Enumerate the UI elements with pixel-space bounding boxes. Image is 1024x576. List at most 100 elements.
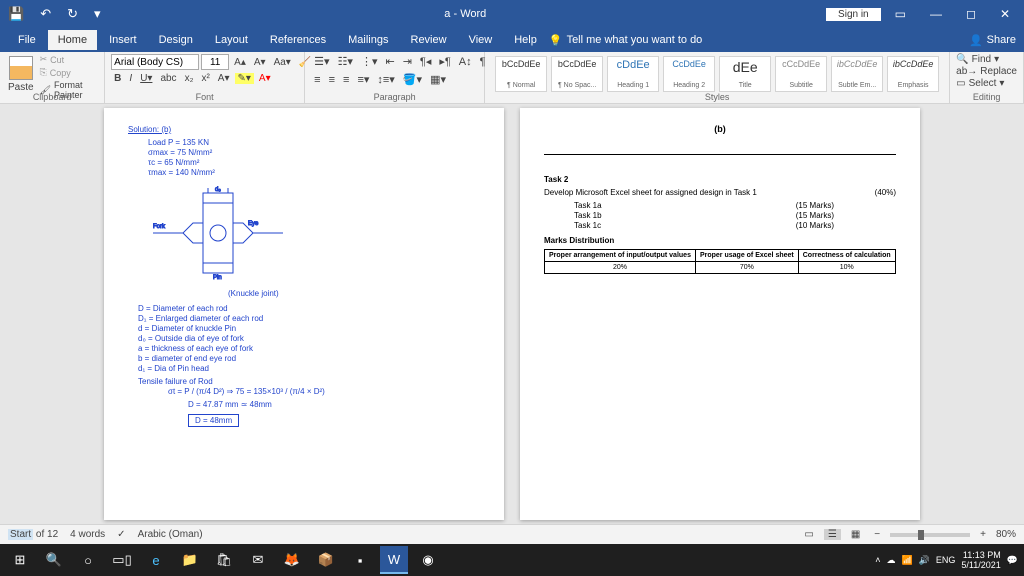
tray-volume-icon[interactable]: 🔊 <box>919 555 930 566</box>
tab-references[interactable]: References <box>260 30 336 50</box>
print-layout-button[interactable]: ☰ <box>824 529 841 540</box>
increase-indent-button[interactable]: ⇥ <box>400 54 415 69</box>
undo-icon[interactable]: ↶ <box>36 6 55 22</box>
borders-button[interactable]: ▦▾ <box>427 72 449 87</box>
tab-view[interactable]: View <box>459 30 503 50</box>
zoom-in-button[interactable]: + <box>976 529 990 540</box>
style-subtle-em[interactable]: ibCcDdEeSubtle Em... <box>831 56 883 92</box>
bullets-button[interactable]: ☰▾ <box>311 54 332 69</box>
web-layout-button[interactable]: ▦ <box>847 529 864 540</box>
edge-icon[interactable]: e <box>142 546 170 574</box>
tab-home[interactable]: Home <box>48 30 97 50</box>
zoom-slider[interactable] <box>890 533 970 537</box>
tray-up-icon[interactable]: ˄ <box>875 555 880 565</box>
sign-in-button[interactable]: Sign in <box>826 8 881 21</box>
decrease-indent-button[interactable]: ⇤ <box>382 54 397 69</box>
line-spacing-button[interactable]: ↕≡▾ <box>374 72 397 87</box>
maximize-button[interactable]: ◻ <box>956 7 986 21</box>
dropbox-icon[interactable]: 📦 <box>312 546 340 574</box>
subscript-button[interactable]: x₂ <box>182 73 197 84</box>
app-icon[interactable]: ▪ <box>346 546 374 574</box>
minimize-button[interactable]: — <box>920 7 952 21</box>
tray-lang[interactable]: ENG <box>936 555 956 565</box>
read-mode-button[interactable]: ▭ <box>800 529 817 540</box>
font-size-select[interactable] <box>201 54 229 70</box>
task-view-icon[interactable]: ▭▯ <box>108 546 136 574</box>
spell-check-icon[interactable]: ✓ <box>117 529 125 540</box>
save-icon[interactable]: 💾 <box>4 6 28 22</box>
change-case-button[interactable]: Aa▾ <box>271 57 294 68</box>
align-left-button[interactable]: ≡ <box>311 73 323 87</box>
cut-button[interactable]: ✂ Cut <box>40 54 99 65</box>
qat-more-icon[interactable]: ▾ <box>90 6 105 22</box>
tab-review[interactable]: Review <box>401 30 457 50</box>
store-icon[interactable]: 🛍 <box>210 546 238 574</box>
shading-button[interactable]: 🪣▾ <box>400 72 425 87</box>
tab-mailings[interactable]: Mailings <box>338 30 398 50</box>
word-count[interactable]: 4 words <box>70 529 105 540</box>
align-center-button[interactable]: ≡ <box>326 73 338 87</box>
highlight-button[interactable]: ✎▾ <box>235 73 254 84</box>
calc-title: Tensile failure of Rod <box>138 377 480 386</box>
chrome-icon[interactable]: ◉ <box>414 546 442 574</box>
language[interactable]: Arabic (Oman) <box>138 529 203 540</box>
styles-label: Styles <box>485 92 949 102</box>
tab-insert[interactable]: Insert <box>99 30 147 50</box>
select-button[interactable]: ▭ Select ▾ <box>956 78 1017 89</box>
page-left[interactable]: Solution: (b) Load P = 135 KN σmax = 75 … <box>104 108 504 520</box>
tab-file[interactable]: File <box>8 30 46 50</box>
page-right[interactable]: (b) Task 2 Develop Microsoft Excel sheet… <box>520 108 920 520</box>
tab-layout[interactable]: Layout <box>205 30 258 50</box>
rtl-button[interactable]: ▸¶ <box>436 54 453 69</box>
table-cell: 20% <box>545 262 696 274</box>
sort-button[interactable]: A↕ <box>456 55 475 69</box>
close-button[interactable]: ✕ <box>990 7 1020 21</box>
shrink-font-button[interactable]: A▾ <box>251 57 269 68</box>
tray-network-icon[interactable]: 📶 <box>901 555 912 566</box>
justify-button[interactable]: ≡▾ <box>354 72 372 87</box>
italic-button[interactable]: I <box>126 73 135 84</box>
share-button[interactable]: 👤 Share <box>969 34 1016 47</box>
cortana-icon[interactable]: ○ <box>74 546 102 574</box>
explorer-icon[interactable]: 📁 <box>176 546 204 574</box>
strike-button[interactable]: abc <box>157 73 179 84</box>
tray-onedrive-icon[interactable]: ☁ <box>886 555 895 566</box>
search-icon[interactable]: 🔍 <box>40 546 68 574</box>
ltr-button[interactable]: ¶◂ <box>417 54 434 69</box>
style-title[interactable]: dEeTitle <box>719 56 771 92</box>
style-subtitle[interactable]: cCcDdEeSubtitle <box>775 56 827 92</box>
firefox-icon[interactable]: 🦊 <box>278 546 306 574</box>
replace-button[interactable]: ab→ Replace <box>956 66 1017 77</box>
font-name-select[interactable] <box>111 54 199 70</box>
text-effects-button[interactable]: A▾ <box>215 73 233 84</box>
underline-button[interactable]: U▾ <box>137 73 155 84</box>
superscript-button[interactable]: x² <box>198 73 212 84</box>
style-heading1[interactable]: cDdEeHeading 1 <box>607 56 659 92</box>
style-nospacing[interactable]: bCcDdEe¶ No Spac... <box>551 56 603 92</box>
font-color-button[interactable]: A▾ <box>256 73 274 84</box>
mail-icon[interactable]: ✉ <box>244 546 272 574</box>
page-count[interactable]: Start of 12 <box>8 529 58 540</box>
style-emphasis[interactable]: ibCcDdEeEmphasis <box>887 56 939 92</box>
word-taskbar-icon[interactable]: W <box>380 546 408 574</box>
zoom-out-button[interactable]: − <box>870 529 884 540</box>
ribbon-options-icon[interactable]: ▭ <box>885 7 916 21</box>
tray-notifications-icon[interactable]: 💬 <box>1007 555 1018 566</box>
grow-font-button[interactable]: A▴ <box>231 57 249 68</box>
zoom-level[interactable]: 80% <box>996 529 1016 540</box>
style-normal[interactable]: bCcDdEe¶ Normal <box>495 56 547 92</box>
tab-help[interactable]: Help <box>504 30 547 50</box>
tab-design[interactable]: Design <box>149 30 203 50</box>
multilevel-button[interactable]: ⋮▾ <box>358 54 381 69</box>
tray-clock[interactable]: 11:13 PM 5/11/2021 <box>961 550 1000 570</box>
align-right-button[interactable]: ≡ <box>340 73 352 87</box>
document-area[interactable]: Solution: (b) Load P = 135 KN σmax = 75 … <box>0 104 1024 524</box>
redo-icon[interactable]: ↻ <box>63 6 82 22</box>
numbering-button[interactable]: ☷▾ <box>335 54 356 69</box>
copy-button[interactable]: ⎘ Copy <box>40 67 99 78</box>
find-button[interactable]: 🔍 Find ▾ <box>956 54 1017 65</box>
bold-button[interactable]: B <box>111 73 124 84</box>
tell-me-search[interactable]: 💡 Tell me what you want to do <box>549 34 702 47</box>
start-button[interactable]: ⊞ <box>6 546 34 574</box>
style-heading2[interactable]: CcDdEeHeading 2 <box>663 56 715 92</box>
